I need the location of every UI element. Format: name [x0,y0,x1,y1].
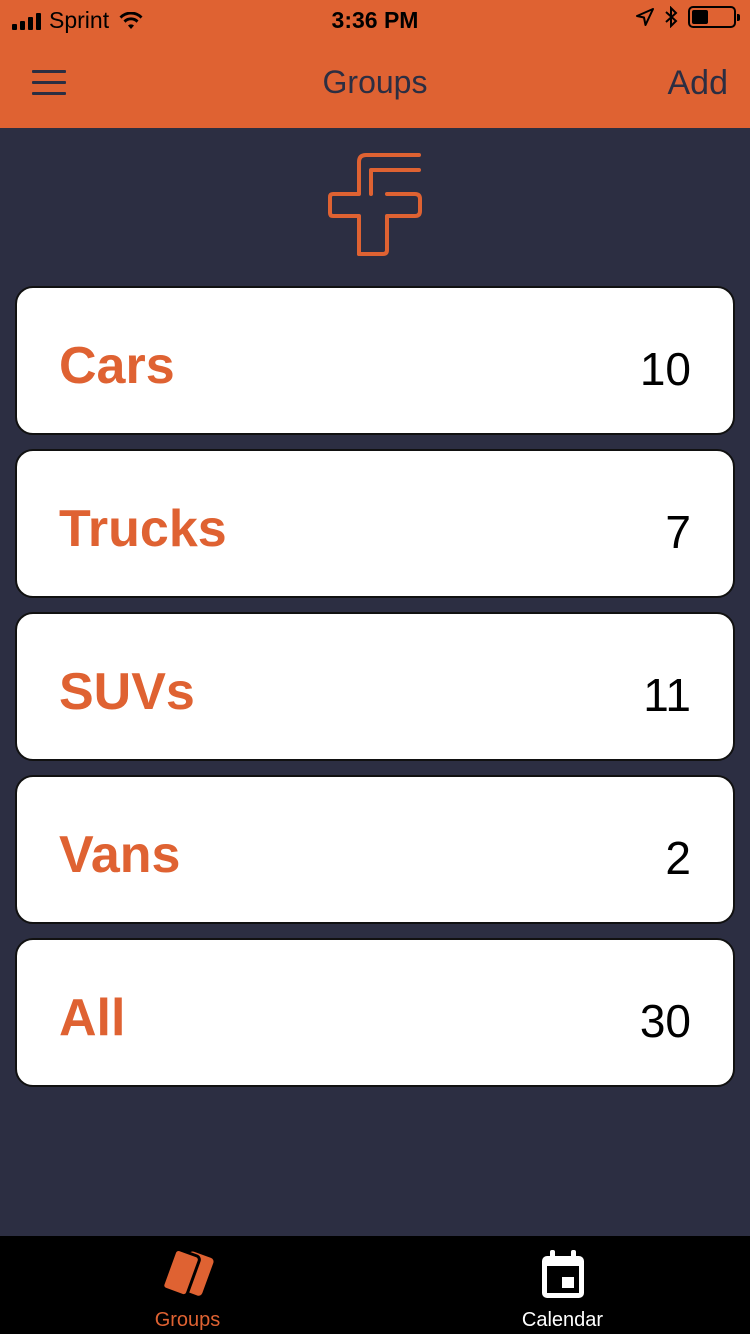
calendar-icon [541,1250,584,1298]
group-count: 30 [639,995,691,1047]
group-name: SUVs [59,663,195,721]
nav-bar: Groups Add [0,40,750,128]
group-name: Trucks [59,500,227,558]
group-row-cars[interactable]: Cars 10 [15,286,735,435]
group-list: Cars 10 Trucks 7 SUVs 11 Vans 2 All 30 [15,286,735,1101]
group-row-vans[interactable]: Vans 2 [15,775,735,924]
group-count: 7 [665,506,691,558]
header: Sprint 3:36 PM Groups Add [0,0,750,128]
tab-groups[interactable]: Groups [0,1236,375,1334]
group-count: 10 [639,343,691,395]
group-name: Vans [59,826,181,884]
add-button[interactable]: Add [668,64,729,103]
battery-icon [688,6,740,28]
group-count: 2 [665,832,691,884]
group-row-suvs[interactable]: SUVs 11 [15,612,735,761]
group-row-trucks[interactable]: Trucks 7 [15,449,735,598]
location-arrow-icon [636,8,654,26]
bluetooth-icon [665,6,678,28]
cards-icon [160,1248,214,1298]
group-name: Cars [59,337,175,395]
app-logo [328,153,422,256]
tab-label: Calendar [521,1309,604,1331]
status-right [636,6,740,28]
tab-bar: Groups Calendar [0,1236,750,1334]
tab-calendar[interactable]: Calendar [375,1236,750,1334]
status-bar: Sprint 3:36 PM [0,0,750,40]
group-row-all[interactable]: All 30 [15,938,735,1087]
group-count: 11 [643,669,691,721]
page-title: Groups [322,64,428,100]
tab-label: Groups [154,1309,221,1331]
group-name: All [59,989,126,1047]
